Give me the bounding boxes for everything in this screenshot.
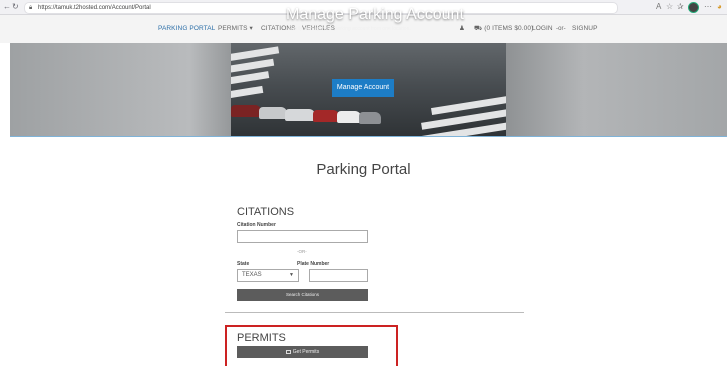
state-select[interactable]: TEXAS ▼ <box>237 269 299 282</box>
state-selected-value: TEXAS <box>242 272 262 278</box>
refresh-icon[interactable]: ↻ <box>12 2 19 12</box>
get-permits-button[interactable]: Get Permits <box>237 346 368 358</box>
chevron-down-icon: ▾ <box>249 25 253 32</box>
extension-icon[interactable]: ◕ <box>717 1 722 13</box>
state-label: State <box>237 261 250 267</box>
hero-title: Manage Parking Account <box>286 6 464 23</box>
citations-heading: CITATIONS <box>237 206 295 218</box>
citation-number-input[interactable] <box>237 230 368 243</box>
plate-number-label: Plate Number <box>297 261 330 267</box>
favorites-icon[interactable]: ✰ <box>677 1 684 13</box>
cart-icon: ⛟ <box>474 25 483 32</box>
nav-login[interactable]: LOGIN <box>532 24 553 34</box>
page-title: Parking Portal <box>316 161 411 178</box>
nav-or-text: -or- <box>556 26 566 32</box>
citation-number-label: Citation Number <box>237 222 276 228</box>
more-menu-icon[interactable]: ⋯ <box>704 1 712 13</box>
profile-avatar[interactable] <box>688 2 699 13</box>
nav-signup[interactable]: SIGNUP <box>572 24 598 34</box>
manage-account-button[interactable]: Manage Account <box>332 79 394 97</box>
nav-parking-portal[interactable]: PARKING PORTAL <box>158 24 215 34</box>
list-icon <box>285 350 291 354</box>
nav-permits-label: PERMITS <box>218 25 248 32</box>
nav-permits[interactable]: PERMITS ▾ <box>218 24 253 34</box>
bell-icon[interactable]: ♟ <box>459 24 465 34</box>
cart-summary: (0 ITEMS $0.00) <box>484 25 534 32</box>
cart-link[interactable]: ⛟ (0 ITEMS $0.00) <box>474 24 533 34</box>
hero-subtitle: Easily manage your parking account from … <box>289 26 411 32</box>
search-citations-button[interactable]: Search Citations <box>237 289 368 301</box>
section-divider <box>225 312 524 313</box>
plate-number-input[interactable] <box>309 269 368 282</box>
back-icon[interactable]: ← <box>3 2 11 12</box>
favorite-star-icon[interactable]: ☆ <box>666 1 673 13</box>
get-permits-label: Get Permits <box>292 349 320 355</box>
read-aloud-icon[interactable]: A <box>656 1 661 13</box>
hero-divider <box>10 136 727 137</box>
lock-icon: 🔒︎ <box>29 5 33 11</box>
or-separator: -OR- <box>297 249 307 254</box>
url-text: https://tamuk.t2hosted.com/Account/Porta… <box>38 5 151 11</box>
chevron-down-icon: ▼ <box>289 272 294 278</box>
permits-heading: PERMITS <box>237 332 286 344</box>
